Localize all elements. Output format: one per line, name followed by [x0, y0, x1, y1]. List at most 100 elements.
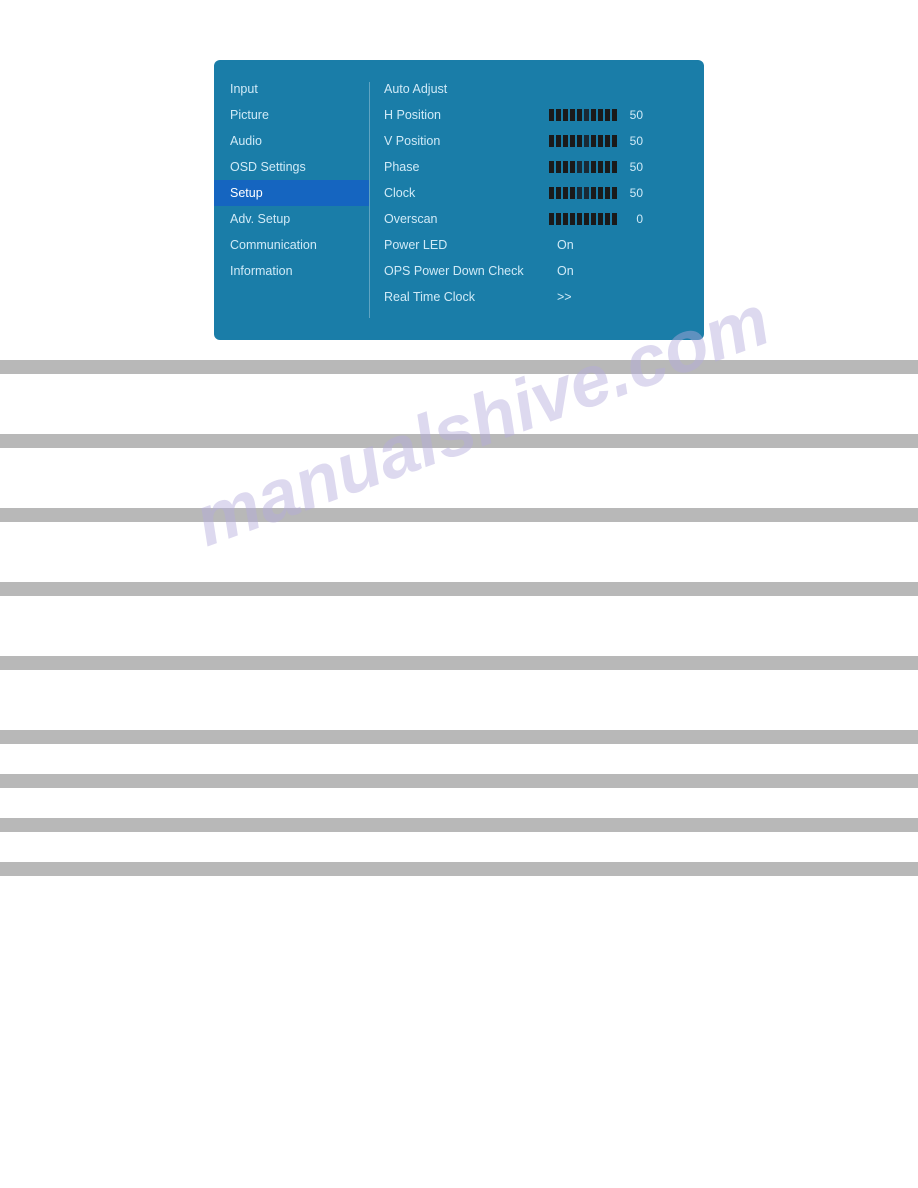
sidebar-item-communication[interactable]: Communication — [214, 232, 369, 258]
menu-row-h-position[interactable]: H Position 50 — [384, 102, 694, 128]
bar-seg — [556, 135, 561, 147]
bar-value-overscan: 0 — [625, 212, 643, 226]
bar-seg — [570, 135, 575, 147]
menu-label-v-position: V Position — [384, 134, 549, 148]
bar-seg — [556, 213, 561, 225]
menu-row-auto-adjust[interactable]: Auto Adjust — [384, 76, 694, 102]
menu-label-clock: Clock — [384, 186, 549, 200]
stripes-section — [0, 360, 918, 876]
stripe-gap-3 — [0, 522, 918, 582]
bar-seg — [612, 161, 617, 173]
bar-seg — [549, 109, 554, 121]
bar-seg — [591, 161, 596, 173]
bar-seg — [563, 109, 568, 121]
osd-menu: Input Picture Audio OSD Settings Setup A… — [214, 60, 704, 340]
bar-seg — [605, 135, 610, 147]
menu-label-h-position: H Position — [384, 108, 549, 122]
bar-seg — [584, 187, 589, 199]
bar-seg — [577, 187, 582, 199]
bar-seg — [605, 213, 610, 225]
stripe-band-7 — [0, 774, 918, 788]
bar-seg — [563, 213, 568, 225]
stripe-gap-7 — [0, 788, 918, 818]
bar-seg — [563, 135, 568, 147]
stripe-band-3 — [0, 508, 918, 522]
menu-row-v-position[interactable]: V Position 50 — [384, 128, 694, 154]
sidebar-item-audio[interactable]: Audio — [214, 128, 369, 154]
stripe-gap-8 — [0, 832, 918, 862]
bar-seg — [570, 109, 575, 121]
bar-seg — [598, 213, 603, 225]
bar-seg — [556, 109, 561, 121]
bar-seg — [584, 161, 589, 173]
bar-seg — [598, 109, 603, 121]
stripe-gap-4 — [0, 596, 918, 656]
menu-label-auto-adjust: Auto Adjust — [384, 82, 549, 96]
bar-seg — [549, 187, 554, 199]
bar-seg — [556, 187, 561, 199]
bar-overscan: 0 — [549, 212, 643, 226]
bar-value-h-position: 50 — [625, 108, 643, 122]
bar-seg — [591, 213, 596, 225]
stripe-band-5 — [0, 656, 918, 670]
bar-seg — [598, 187, 603, 199]
menu-value-power-led: On — [557, 238, 574, 252]
stripe-gap-6 — [0, 744, 918, 774]
bar-seg — [577, 135, 582, 147]
bar-seg — [612, 135, 617, 147]
stripe-gap-1 — [0, 374, 918, 434]
sidebar-item-setup[interactable]: Setup — [214, 180, 369, 206]
bar-seg — [549, 161, 554, 173]
bar-seg — [549, 213, 554, 225]
menu-value-real-time-clock: >> — [557, 290, 572, 304]
stripe-band-4 — [0, 582, 918, 596]
sidebar-item-information[interactable]: Information — [214, 258, 369, 284]
bar-seg — [563, 187, 568, 199]
menu-label-power-led: Power LED — [384, 238, 549, 252]
stripe-band-1 — [0, 360, 918, 374]
sidebar-item-input[interactable]: Input — [214, 76, 369, 102]
stripe-band-6 — [0, 730, 918, 744]
bar-seg — [584, 135, 589, 147]
bar-seg — [570, 161, 575, 173]
bar-seg — [549, 135, 554, 147]
bar-seg — [584, 109, 589, 121]
menu-row-clock[interactable]: Clock 50 — [384, 180, 694, 206]
menu-row-overscan[interactable]: Overscan 0 — [384, 206, 694, 232]
menu-row-real-time-clock[interactable]: Real Time Clock >> — [384, 284, 694, 310]
bar-seg — [570, 187, 575, 199]
bar-value-phase: 50 — [625, 160, 643, 174]
menu-label-phase: Phase — [384, 160, 549, 174]
menu-row-ops-power-down[interactable]: OPS Power Down Check On — [384, 258, 694, 284]
osd-sidebar: Input Picture Audio OSD Settings Setup A… — [214, 76, 369, 324]
menu-label-overscan: Overscan — [384, 212, 549, 226]
bar-value-clock: 50 — [625, 186, 643, 200]
bar-seg — [612, 109, 617, 121]
bar-seg — [598, 161, 603, 173]
menu-row-power-led[interactable]: Power LED On — [384, 232, 694, 258]
sidebar-item-adv-setup[interactable]: Adv. Setup — [214, 206, 369, 232]
stripe-band-8 — [0, 818, 918, 832]
menu-label-ops-power-down: OPS Power Down Check — [384, 264, 549, 278]
menu-row-phase[interactable]: Phase 50 — [384, 154, 694, 180]
bar-seg — [577, 109, 582, 121]
bar-seg — [612, 213, 617, 225]
sidebar-item-osd-settings[interactable]: OSD Settings — [214, 154, 369, 180]
bar-phase: 50 — [549, 160, 643, 174]
bar-seg — [577, 161, 582, 173]
bar-seg — [612, 187, 617, 199]
sidebar-item-picture[interactable]: Picture — [214, 102, 369, 128]
bar-seg — [584, 213, 589, 225]
bar-seg — [605, 187, 610, 199]
bar-seg — [591, 135, 596, 147]
bar-value-v-position: 50 — [625, 134, 643, 148]
bar-seg — [605, 161, 610, 173]
stripe-band-2 — [0, 434, 918, 448]
bar-seg — [556, 161, 561, 173]
bar-seg — [591, 109, 596, 121]
stripe-gap-2 — [0, 448, 918, 508]
bar-seg — [570, 213, 575, 225]
stripe-band-9 — [0, 862, 918, 876]
bar-h-position: 50 — [549, 108, 643, 122]
menu-label-real-time-clock: Real Time Clock — [384, 290, 549, 304]
